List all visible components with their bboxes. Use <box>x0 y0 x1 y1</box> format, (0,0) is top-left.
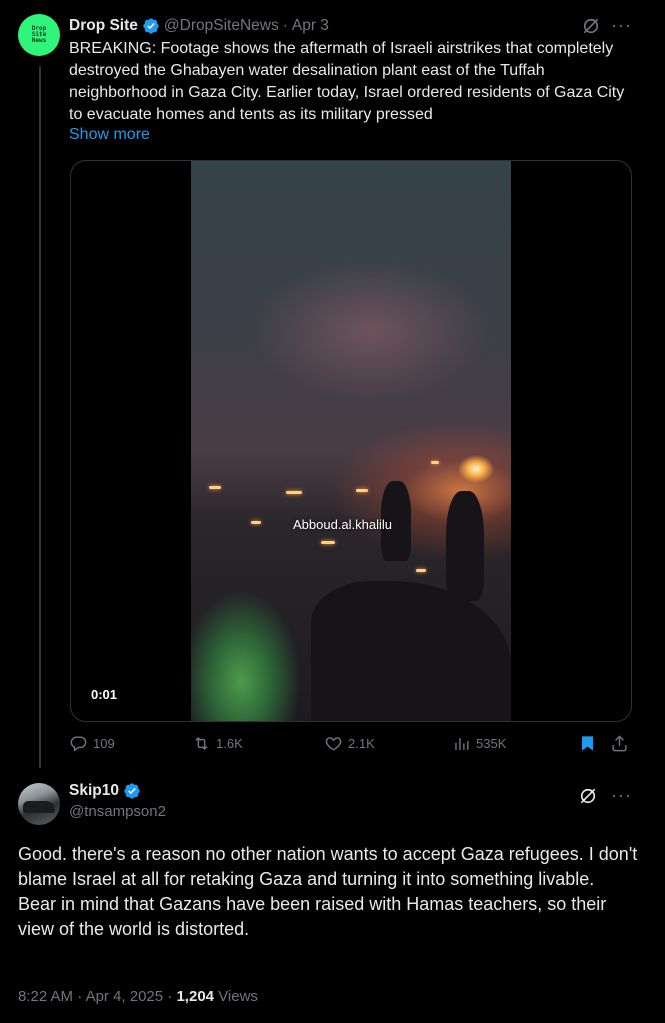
tweet-text: Good. there's a reason no other nation w… <box>18 842 643 942</box>
action-bar: 109 1.6K 2.1K 535K <box>69 734 639 756</box>
avatar[interactable] <box>18 783 60 825</box>
tweet-meta: 8:22 AM · Apr 4, 2025 · 1,204 Views <box>18 988 258 1005</box>
avatar-logo-text: Drop Site News <box>31 25 47 44</box>
thread-line <box>39 66 41 778</box>
tweet-text-paragraph: Good. there's a reason no other nation w… <box>18 844 638 889</box>
like-count: 2.1K <box>348 736 375 751</box>
person-silhouette <box>446 491 484 601</box>
fire-spark <box>431 461 439 464</box>
car-icon <box>23 801 55 813</box>
foreground-shadow <box>311 581 511 721</box>
tweet-text-paragraph: Bear in mind that Gazans have been raise… <box>18 894 607 939</box>
show-more-link[interactable]: Show more <box>69 126 150 144</box>
author-name[interactable]: Skip10 <box>69 782 119 800</box>
separator-dot: · <box>167 988 173 1005</box>
video-watermark: Abboud.al.khalilu <box>293 517 393 532</box>
verified-badge-icon[interactable] <box>142 17 160 35</box>
fire-spark <box>416 569 426 572</box>
author-handle[interactable]: @DropSiteNews <box>164 17 279 35</box>
fire-spark <box>209 486 221 489</box>
tweet-reply[interactable]: Skip10 @tnsampson2 ··· Good. there's a r… <box>0 768 665 1023</box>
fire-spark <box>356 489 368 492</box>
separator-dot: · <box>77 988 83 1005</box>
separator-dot: · <box>282 17 288 34</box>
repost-button[interactable]: 1.6K <box>192 734 243 753</box>
repost-icon <box>195 736 208 751</box>
tweet-header: Drop Site @DropSiteNews · Apr 3 <box>69 15 645 37</box>
more-icon[interactable]: ··· <box>611 16 632 34</box>
grok-icon[interactable] <box>581 16 601 36</box>
views-button[interactable]: 535K <box>452 734 506 753</box>
views-count: 535K <box>476 736 507 751</box>
video-timestamp: 0:01 <box>91 687 118 702</box>
grok-icon[interactable] <box>578 786 598 806</box>
tweet-header: Skip10 <box>69 780 145 802</box>
views-label: Views <box>218 988 258 1005</box>
reply-icon <box>70 736 87 752</box>
tweet-time[interactable]: 8:22 AM <box>18 988 73 1005</box>
video-player[interactable]: Abboud.al.khalilu 0:01 <box>70 160 632 722</box>
share-button[interactable] <box>610 734 629 753</box>
bookmark-button[interactable] <box>578 734 597 753</box>
more-icon[interactable]: ··· <box>611 786 632 804</box>
reply-button[interactable]: 109 <box>69 734 115 753</box>
tweet-text: BREAKING: Footage shows the aftermath of… <box>69 40 625 123</box>
share-icon <box>612 735 627 752</box>
fire-spark <box>251 521 261 524</box>
reply-count: 109 <box>93 736 115 751</box>
avatar[interactable]: Drop Site News <box>18 14 60 56</box>
like-icon <box>325 737 342 751</box>
video-frame[interactable] <box>191 161 511 721</box>
views-icon <box>455 737 469 750</box>
fire-spark <box>286 491 302 494</box>
fire-spark <box>321 541 335 544</box>
bookmark-icon <box>581 736 594 751</box>
author-name[interactable]: Drop Site <box>69 17 138 35</box>
author-handle[interactable]: @tnsampson2 <box>69 803 166 820</box>
tweet-date[interactable]: Apr 3 <box>292 17 329 35</box>
tweet-dropsite[interactable]: Drop Site News Drop Site @DropSiteNews ·… <box>0 0 665 778</box>
views-count: 1,204 <box>176 988 215 1005</box>
repost-count: 1.6K <box>216 736 243 751</box>
like-button[interactable]: 2.1K <box>324 734 375 753</box>
tweet-date[interactable]: Apr 4, 2025 <box>86 988 164 1005</box>
verified-badge-icon[interactable] <box>123 782 141 800</box>
